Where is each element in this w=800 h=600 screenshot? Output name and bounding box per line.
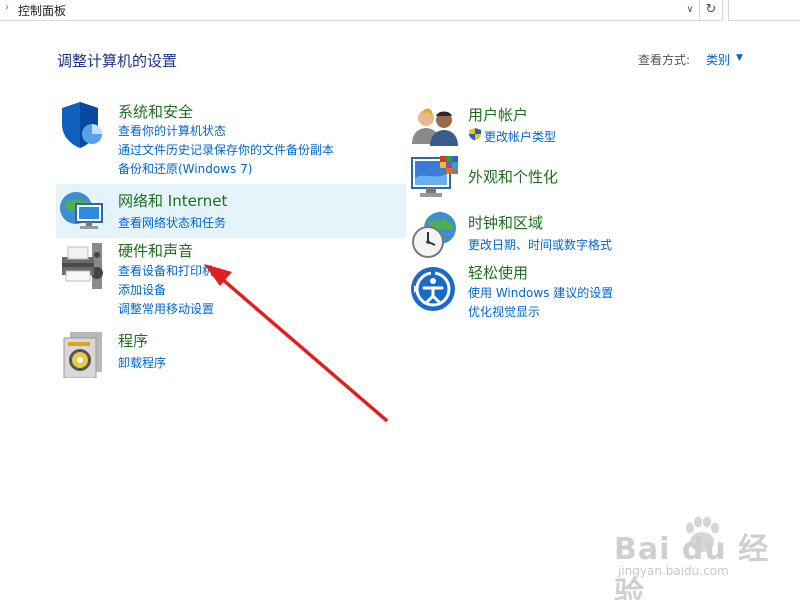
watermark-main: Bai du 经验 — [614, 532, 770, 600]
watermark-sub: jingyan.baidu.com — [618, 564, 729, 578]
control-panel-window: › 控制面板 ∨ ↻ 调整计算机的设置 查看方式: 类别 ▼ 系统和安全 查看你… — [0, 0, 800, 600]
annotation-arrow — [204, 264, 388, 422]
baidu-watermark: Bai du 经验 jingyan.baidu.com — [614, 514, 784, 600]
